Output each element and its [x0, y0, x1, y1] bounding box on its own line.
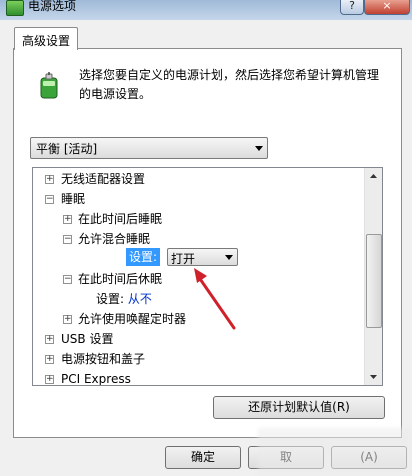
cancel-button[interactable]: 取 — [248, 446, 324, 469]
chevron-down-icon — [370, 375, 377, 379]
expand-icon[interactable]: + — [45, 175, 54, 184]
tree-item-power-buttons[interactable]: + 电源按钮和盖子 — [45, 350, 145, 368]
chevron-down-icon — [225, 255, 233, 260]
tree-item-usb[interactable]: + USB 设置 — [45, 330, 113, 348]
expand-icon[interactable]: + — [45, 335, 54, 344]
tree-item-label: 允许使用唤醒定时器 — [78, 312, 187, 326]
hibernate-value-link[interactable]: 从不 — [128, 292, 152, 306]
power-options-app-icon — [6, 0, 24, 16]
expand-icon[interactable]: + — [63, 315, 72, 324]
tree-item-label: 允许混合睡眠 — [78, 232, 151, 246]
power-plan-dropdown[interactable]: 平衡 [活动] — [30, 137, 268, 159]
battery-icon — [40, 72, 58, 99]
scrollbar-thumb[interactable] — [366, 234, 382, 328]
tree-item-pci-express[interactable]: + PCI Express — [45, 370, 131, 386]
expand-icon[interactable]: + — [45, 355, 54, 364]
tree-item-sleep-after[interactable]: + 在此时间后睡眠 — [63, 210, 162, 228]
setting-label: 设置: — [126, 248, 161, 266]
expand-icon[interactable]: + — [63, 215, 72, 224]
chevron-down-icon — [255, 146, 263, 151]
chevron-up-icon — [370, 174, 377, 178]
tree-item-hibernate-setting[interactable]: 设置: 从不 — [96, 290, 152, 308]
tree-item-label: 在此时间后休眠 — [78, 272, 163, 286]
tree-item-label: 在此时间后睡眠 — [78, 212, 163, 226]
close-button[interactable]: × — [364, 0, 410, 15]
power-plan-value: 平衡 [活动] — [36, 142, 98, 156]
scroll-up-button[interactable] — [365, 168, 382, 185]
setting-label: 设置: — [96, 292, 128, 306]
annotation-arrow — [194, 268, 236, 330]
help-button[interactable]: ? — [340, 0, 364, 15]
tree-item-hybrid-sleep[interactable]: − 允许混合睡眠 — [63, 230, 150, 248]
ok-button[interactable]: 确定 — [165, 446, 241, 469]
scroll-down-button[interactable] — [365, 368, 382, 385]
instructions-text: 选择您要自定义的电源计划，然后选择您希望计算机管理的电源设置。 — [79, 68, 380, 101]
tree-item-label: 睡眠 — [61, 192, 86, 206]
tree-item-label: USB 设置 — [61, 332, 114, 346]
restore-defaults-button[interactable]: 还原计划默认值(R) — [213, 396, 385, 419]
tree-item-wireless-adapter[interactable]: + 无线适配器设置 — [45, 170, 145, 188]
tree-item-wake-timers[interactable]: + 允许使用唤醒定时器 — [63, 310, 186, 328]
tree-item-label: 电源按钮和盖子 — [61, 352, 146, 366]
tree-item-sleep[interactable]: − 睡眠 — [45, 190, 85, 208]
collapse-icon[interactable]: − — [45, 195, 54, 204]
title-bar: 电源选项 ? × — [0, 0, 412, 20]
tree-scrollbar[interactable] — [364, 168, 382, 385]
tree-item-hibernate-after[interactable]: − 在此时间后休眠 — [63, 270, 162, 288]
collapse-icon[interactable]: − — [63, 275, 72, 284]
window-title: 电源选项 — [28, 0, 77, 13]
tree-item-label: PCI Express — [61, 372, 131, 386]
collapse-icon[interactable]: − — [63, 235, 72, 244]
apply-button[interactable]: (A) — [331, 446, 407, 469]
expand-icon[interactable]: + — [45, 375, 54, 384]
tab-advanced-settings[interactable]: 高级设置 — [14, 27, 78, 50]
tab-label: 高级设置 — [22, 34, 71, 48]
tree-item-label: 无线适配器设置 — [61, 172, 146, 186]
